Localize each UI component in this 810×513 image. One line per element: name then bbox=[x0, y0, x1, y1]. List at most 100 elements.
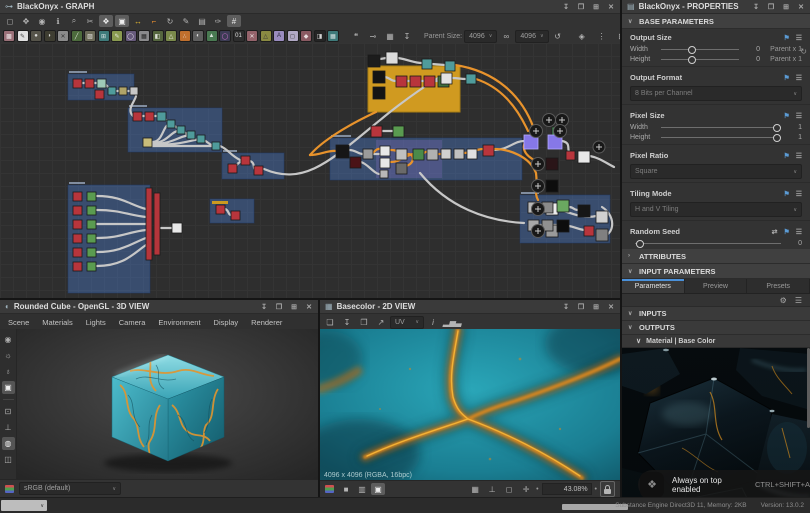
marquee-select-tool[interactable]: ◻ bbox=[3, 15, 17, 27]
mesh-icon[interactable]: ◫ bbox=[2, 453, 15, 466]
hsl-node-button[interactable]: ◯ bbox=[219, 30, 231, 42]
comment-icon[interactable]: ❝ bbox=[349, 30, 363, 42]
color-management-icon[interactable] bbox=[5, 485, 14, 493]
binary-node-button[interactable]: 01 bbox=[233, 30, 245, 42]
blob-node-button[interactable]: ● bbox=[30, 30, 42, 42]
close-icon[interactable]: ✕ bbox=[607, 303, 615, 311]
zoom-value-input[interactable]: 43.08% bbox=[542, 483, 592, 495]
parameter-menu-icon[interactable]: ☰ bbox=[796, 112, 802, 120]
light-icon[interactable]: ☼ bbox=[2, 349, 15, 362]
menu-display[interactable]: Display bbox=[214, 318, 239, 327]
width-mode[interactable]: Parent x 1 bbox=[760, 46, 802, 53]
expose-parameter-icon[interactable]: ⚑ bbox=[783, 228, 789, 236]
svg-node-button[interactable]: ✎ bbox=[17, 30, 29, 42]
screenshot-icon[interactable]: ▣ bbox=[2, 381, 15, 394]
grid-snap-toggle[interactable]: # bbox=[227, 15, 241, 27]
maximize-icon[interactable]: ⊞ bbox=[592, 303, 600, 311]
section-base-parameters[interactable]: ∨ BASE PARAMETERS bbox=[622, 14, 810, 29]
environment-icon[interactable]: ♁ bbox=[2, 365, 15, 378]
droplet-node-button[interactable]: ◗ bbox=[44, 30, 56, 42]
shuffle-seed-icon[interactable]: ⇄ bbox=[772, 228, 778, 236]
create-link-tool[interactable]: ❖ bbox=[99, 15, 113, 27]
cut-link-tool[interactable]: ✂ bbox=[83, 15, 97, 27]
bucket-node-button[interactable]: ◆ bbox=[300, 30, 312, 42]
sphere-node-button[interactable]: ◐ bbox=[192, 30, 204, 42]
view3d-viewport[interactable]: ◉ ☼ ♁ ▣ ⊡ ⊥ ◍ ◫ bbox=[0, 329, 318, 480]
zoom-out-button[interactable]: • bbox=[536, 486, 538, 493]
section-attributes[interactable]: › ATTRIBUTES bbox=[622, 249, 810, 264]
expose-parameter-icon[interactable]: ⚑ bbox=[783, 190, 789, 198]
expose-parameter-icon[interactable]: ⚑ bbox=[783, 152, 789, 160]
zoom-tool[interactable]: ⌕ bbox=[67, 15, 81, 27]
rotate-tool[interactable]: ↻ bbox=[163, 15, 177, 27]
camera-capture-tool[interactable]: ◉ bbox=[35, 15, 49, 27]
section-inputs[interactable]: ∨ INPUTS bbox=[622, 307, 810, 321]
random-seed-value[interactable]: 0 bbox=[786, 240, 802, 247]
pixel-height-value[interactable]: 1 bbox=[786, 134, 802, 141]
graph-canvas[interactable] bbox=[0, 43, 620, 298]
transform-node-button[interactable]: ⊞ bbox=[98, 30, 110, 42]
tab-presets[interactable]: Presets bbox=[747, 279, 810, 293]
pin-icon[interactable]: ↧ bbox=[752, 3, 760, 11]
output-format-dropdown[interactable]: 8 Bits per Channel ∨ bbox=[630, 86, 802, 101]
expose-parameter-icon[interactable]: ⚑ bbox=[783, 34, 789, 42]
random-seed-slider[interactable] bbox=[635, 243, 781, 244]
gear-icon[interactable]: ⚙ bbox=[780, 296, 787, 305]
float-icon[interactable]: ❐ bbox=[275, 303, 283, 311]
float-icon[interactable]: ❐ bbox=[577, 3, 585, 11]
parameter-menu-icon[interactable]: ☰ bbox=[796, 190, 802, 198]
float-icon[interactable]: ❐ bbox=[577, 303, 585, 311]
histogram-icon[interactable]: ▂▅▃ bbox=[443, 316, 461, 328]
pin-icon[interactable]: ↧ bbox=[562, 303, 570, 311]
elbow-links-toggle[interactable]: ⌐ bbox=[147, 15, 161, 27]
vertical-dots-icon[interactable]: ⋮ bbox=[595, 30, 609, 42]
view2d-canvas[interactable]: 4096 x 4096 (RGBA, 16bpc) bbox=[320, 329, 620, 481]
pixel-width-knob[interactable] bbox=[773, 124, 781, 132]
duplicate-icon[interactable]: ❏ bbox=[323, 316, 337, 328]
zoom-in-button[interactable]: • bbox=[595, 486, 597, 493]
output-group-header[interactable]: ∨ Material | Base Color bbox=[622, 335, 810, 348]
height-node-button[interactable]: ◧ bbox=[152, 30, 164, 42]
create-node-tool[interactable]: ▣ bbox=[115, 15, 129, 27]
parameter-menu-icon[interactable]: ☰ bbox=[796, 152, 802, 160]
grid-node-button[interactable]: ▦ bbox=[327, 30, 339, 42]
image-tool[interactable]: ▤ bbox=[195, 15, 209, 27]
pin-icon[interactable]: ↧ bbox=[260, 303, 268, 311]
close-icon[interactable]: ✕ bbox=[305, 303, 313, 311]
gradient-node-button[interactable]: ▨ bbox=[84, 30, 96, 42]
pin-comment-icon[interactable]: ↧ bbox=[400, 30, 414, 42]
uv-mode-dropdown[interactable]: UV ∨ bbox=[390, 316, 424, 329]
parent-size-dropdown[interactable]: 4096 ∨ bbox=[464, 30, 497, 43]
fit-view-icon[interactable]: ⊡ bbox=[2, 405, 15, 418]
fit-frame-icon[interactable]: ◻ bbox=[502, 483, 516, 495]
normal-node-button[interactable]: ▲ bbox=[206, 30, 218, 42]
lock-zoom-toggle[interactable] bbox=[600, 481, 615, 497]
background-black-icon[interactable]: ■ bbox=[339, 483, 353, 495]
paint-tool[interactable]: ✑ bbox=[211, 15, 225, 27]
section-outputs[interactable]: ∨ OUTPUTS bbox=[622, 321, 810, 335]
pixel-height-slider[interactable] bbox=[661, 137, 781, 138]
pixel-width-slider[interactable] bbox=[661, 127, 781, 128]
menu-scene[interactable]: Scene bbox=[8, 318, 29, 327]
height-value[interactable]: 0 bbox=[744, 56, 760, 63]
height-slider-knob[interactable] bbox=[688, 56, 696, 64]
pan-tool[interactable]: ✥ bbox=[19, 15, 33, 27]
tiling-mode-dropdown[interactable]: H and V Tiling ∨ bbox=[630, 202, 802, 217]
expose-parameter-icon[interactable]: ⚑ bbox=[783, 74, 789, 82]
node-graph[interactable] bbox=[0, 43, 620, 298]
list-options-icon[interactable]: ☰ bbox=[795, 296, 802, 305]
height-mode[interactable]: Parent x 1 bbox=[760, 56, 802, 63]
status-dropdown-stub[interactable]: ∨ bbox=[1, 500, 47, 511]
grid-toggle-icon[interactable]: ▦ bbox=[468, 483, 482, 495]
menu-renderer[interactable]: Renderer bbox=[251, 318, 282, 327]
curve-node-button[interactable]: ╱ bbox=[71, 30, 83, 42]
edit-tool[interactable]: ✎ bbox=[179, 15, 193, 27]
maximize-icon[interactable]: ⊞ bbox=[290, 303, 298, 311]
menu-materials[interactable]: Materials bbox=[42, 318, 72, 327]
maximize-icon[interactable]: ⊞ bbox=[782, 3, 790, 11]
parameter-menu-icon[interactable]: ☰ bbox=[796, 74, 802, 82]
height-slider[interactable] bbox=[661, 59, 739, 60]
color-management-icon[interactable] bbox=[325, 485, 334, 493]
scatter-node-button[interactable]: ∴ bbox=[179, 30, 191, 42]
width-slider[interactable] bbox=[661, 49, 739, 50]
